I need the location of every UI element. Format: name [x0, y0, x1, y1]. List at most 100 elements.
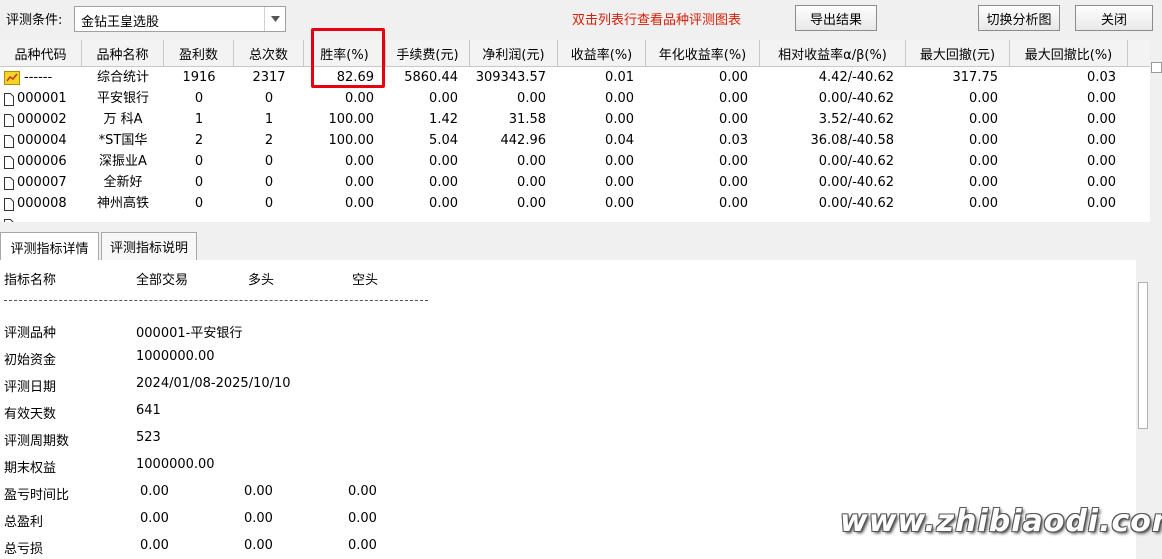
export-button[interactable]: 导出结果	[795, 5, 877, 31]
table-row[interactable]: 000001 平安银行 0 0 0.00 0.00 0.00 0.00 0.00 0.00/-40…	[0, 88, 1150, 109]
cell-win: 1	[194, 112, 204, 127]
cell-fee: 0.00	[429, 154, 458, 169]
cell-annual: 0.00	[719, 196, 748, 211]
cell-win: 0	[194, 196, 204, 211]
row-code-text: 000004	[17, 133, 67, 148]
col-header-net-profit[interactable]: 净利润(元)	[470, 40, 558, 66]
cell-name: 平安银行	[96, 91, 149, 106]
tab-indicator-description[interactable]: 评测指标说明	[101, 232, 197, 260]
watermark-text: www.zhibiaodi.com	[840, 504, 1162, 539]
cell-fee: 0.00	[429, 196, 458, 211]
cell-rate: 100.00	[328, 133, 375, 148]
chevron-down-icon[interactable]	[264, 7, 285, 31]
cell-rel: 0.00/-40.62	[818, 154, 894, 169]
cell-annual: 0.00	[719, 91, 748, 106]
cell-dd: 0.00	[969, 154, 998, 169]
table-row[interactable]: 000004 *ST国华 2 2 100.00 5.04 442.96 0.04 0.03 36.…	[0, 130, 1150, 151]
detail-label: 期末权益	[4, 461, 57, 476]
cell-total: 2	[264, 133, 274, 148]
grid-header: 品种代码 品种名称 盈利数 总次数 胜率(%) 手续费(元) 净利润(元) 收益…	[0, 40, 1150, 67]
condition-label: 评测条件:	[6, 13, 63, 28]
table-row[interactable]: ------ 综合统计 1916 2317 82.69 5860.44 309343.57 0…	[0, 67, 1150, 88]
grid-scrollbar[interactable]	[1150, 40, 1162, 222]
row-code-text: 000007	[17, 175, 67, 190]
doc-icon	[4, 134, 14, 148]
cell-rel: 0.00/-40.62	[818, 196, 894, 211]
col-header-return[interactable]: 收益率(%)	[558, 40, 646, 66]
detail-label: 盈亏时间比	[4, 488, 70, 503]
cell-rel: 4.42/-40.62	[818, 70, 894, 85]
cell-ddr: 0.00	[1087, 133, 1116, 148]
col-header-code[interactable]: 品种代码	[0, 40, 82, 66]
cell-dd: 0.00	[969, 112, 998, 127]
cell-dd: 317.75	[952, 70, 999, 85]
detail-scroll-thumb[interactable]	[1138, 282, 1148, 429]
results-grid: 品种代码 品种名称 盈利数 总次数 胜率(%) 手续费(元) 净利润(元) 收益…	[0, 40, 1150, 222]
cell-annual: 0.03	[719, 133, 748, 148]
cell-rate: 0.00	[345, 196, 374, 211]
detail-value: 0.00	[244, 538, 273, 553]
cell-win: 0	[194, 154, 204, 169]
cell-code: 000001	[0, 88, 82, 109]
grid-scroll-box[interactable]	[1151, 62, 1162, 73]
cell-name: 综合统计	[96, 70, 149, 85]
detail-value: 0.00	[140, 538, 169, 553]
cell-rate: 100.00	[328, 112, 375, 127]
chart-icon	[4, 70, 20, 85]
switch-chart-button[interactable]: 切换分析图	[978, 5, 1060, 31]
row-code-text: 000008	[17, 196, 67, 211]
detail-value: 0.00	[244, 511, 273, 526]
cell-fee: 1.42	[429, 112, 458, 127]
cell-code: ------	[0, 67, 82, 88]
cell-profit: 0.00	[517, 91, 546, 106]
cell-total: 0	[264, 175, 274, 190]
tab-indicator-details[interactable]: 评测指标详情	[0, 232, 99, 261]
cell-fee: 5860.44	[404, 70, 458, 85]
col-header-relative-return[interactable]: 相对收益率α/β(%)	[760, 40, 906, 66]
table-row[interactable]: 000008 神州高铁 0 0 0.00 0.00 0.00 0.00 0.00 0.00/-40…	[0, 193, 1150, 214]
detail-tabs: 评测指标详情 评测指标说明	[0, 232, 1162, 261]
cell-code: 000008	[0, 193, 82, 214]
detail-label: 评测日期	[4, 380, 57, 395]
cell-rel: 36.08/-40.58	[810, 133, 894, 148]
cell-fee: 5.04	[429, 133, 458, 148]
col-header-name[interactable]: 品种名称	[82, 40, 164, 66]
table-row[interactable]: 000007 全新好 0 0 0.00 0.00 0.00 0.00 0.00 0.00/-40.…	[0, 172, 1150, 193]
cell-total: 0	[264, 196, 274, 211]
col-header-fee[interactable]: 手续费(元)	[386, 40, 470, 66]
row-code-text: 000006	[17, 154, 67, 169]
cell-name: 万 科A	[103, 112, 143, 127]
cell-profit: 309343.57	[475, 70, 546, 85]
cell-dd: 0.00	[969, 91, 998, 106]
condition-select[interactable]: 金钻王皇选股	[74, 6, 286, 32]
doc-icon	[4, 155, 14, 169]
col-header-win-count[interactable]: 盈利数	[164, 40, 234, 66]
col-header-total-count[interactable]: 总次数	[234, 40, 304, 66]
table-row[interactable]: 000006 深振业A 0 0 0.00 0.00 0.00 0.00 0.00 0.00/-40…	[0, 151, 1150, 172]
col-header-max-drawdown[interactable]: 最大回撤(元)	[906, 40, 1010, 66]
cell-rel: 0.00/-40.62	[818, 175, 894, 190]
cell-code: 000007	[0, 172, 82, 193]
cell-ddr: 0.03	[1087, 70, 1116, 85]
detail-header-short: 空头	[352, 273, 379, 288]
cell-name: 深振业A	[99, 154, 147, 169]
cell-ret: 0.01	[605, 70, 634, 85]
cell-annual: 0.00	[719, 112, 748, 127]
detail-value: 2024/01/08-2025/10/10	[136, 376, 291, 391]
cell-profit: 442.96	[500, 133, 547, 148]
detail-value: 0.00	[348, 538, 377, 553]
detail-label: 有效天数	[4, 407, 57, 422]
table-row[interactable]: 000002 万 科A 1 1 100.00 1.42 31.58 0.00 0.00 3.52/…	[0, 109, 1150, 130]
cell-name: *ST国华	[98, 133, 148, 148]
col-header-max-drawdown-ratio[interactable]: 最大回撤比(%)	[1010, 40, 1128, 66]
detail-header-name: 指标名称	[4, 273, 57, 288]
cell-ddr: 0.00	[1087, 154, 1116, 169]
cell-profit: 0.00	[517, 154, 546, 169]
doc-icon	[4, 218, 14, 222]
row-code-text: 000002	[17, 112, 67, 127]
row-code-text: ------	[24, 70, 53, 85]
close-button[interactable]: 关闭	[1075, 5, 1153, 31]
detail-label: 总亏损	[4, 542, 44, 557]
table-row-partial[interactable]	[0, 214, 1150, 222]
col-header-annual-return[interactable]: 年化收益率(%)	[646, 40, 760, 66]
